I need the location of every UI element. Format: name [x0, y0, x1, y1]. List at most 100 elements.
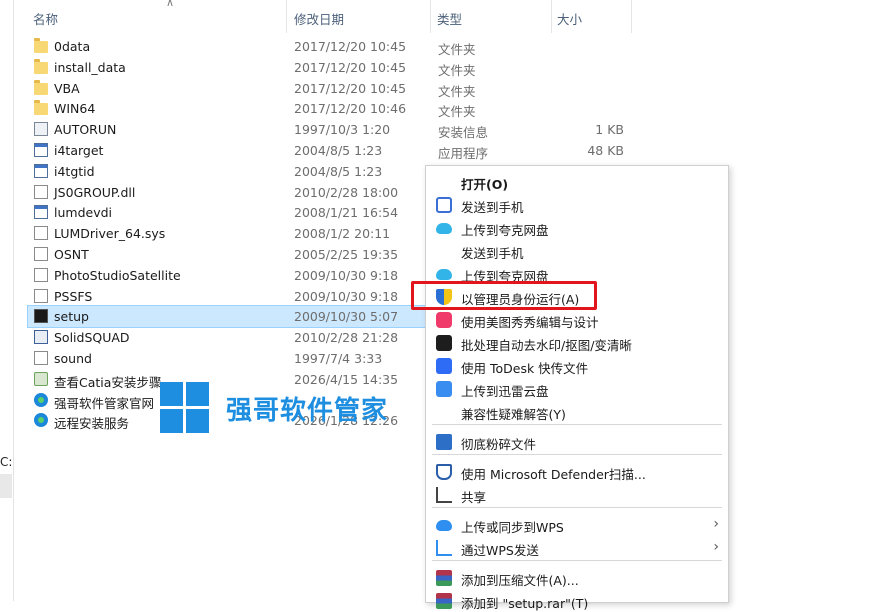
quark-cloud-icon: [436, 223, 452, 234]
menu-item[interactable]: 批处理自动去水印/抠图/变清晰: [426, 332, 728, 354]
file-date: 2008/1/2 20:11: [294, 226, 391, 242]
file-row[interactable]: AUTORUN 1997/10/3 1:20 安装信息 1 KB: [28, 119, 624, 140]
file-name: 0data: [54, 39, 91, 54]
quark-cloud-icon: [436, 269, 452, 280]
file-name: OSNT: [54, 247, 89, 262]
chevron-right-icon: ›: [713, 516, 719, 532]
file-name: PSSFS: [54, 288, 93, 304]
drive-label[interactable]: C:: [0, 455, 12, 469]
file-date: 1997/7/4 3:33: [294, 351, 383, 366]
shredder-icon: [436, 434, 452, 450]
file-name: 查看Catia安装步骤: [54, 374, 162, 390]
file-name: i4tgtid: [54, 163, 95, 179]
menu-item[interactable]: 通过WPS发送 ›: [426, 537, 728, 559]
file-row[interactable]: lumdevdi 2008/1/21 16:54: [28, 202, 433, 223]
file-row[interactable]: setup 2009/10/30 5:07: [27, 305, 433, 329]
file-row[interactable]: sound 1997/7/4 3:33: [28, 348, 433, 369]
menu-item-label: 使用 ToDesk 快传文件: [461, 361, 589, 376]
text-doc-icon: [34, 371, 48, 386]
menu-item[interactable]: 使用 Microsoft Defender扫描...: [426, 461, 728, 483]
highlight-box: [411, 281, 597, 310]
folder-icon: [34, 58, 48, 74]
column-divider[interactable]: [551, 0, 552, 33]
menu-item[interactable]: 发送到手机: [426, 240, 728, 262]
navigation-pane-edge: [0, 0, 14, 601]
file-name: i4target: [54, 143, 104, 158]
menu-item[interactable]: 打开(O): [426, 171, 728, 193]
menu-item-label: 使用美图秀秀编辑与设计: [461, 315, 599, 330]
file-type: 安装信息: [438, 125, 489, 141]
context-menu: 打开(O) 发送到手机 上传到夸克网盘 发送到手机 上传到夸克网盘 以管理员身份运行(A)…: [425, 165, 729, 611]
winrar-icon: [436, 593, 452, 609]
folder-icon: [34, 79, 48, 95]
navigation-scrollbar[interactable]: [0, 474, 12, 498]
file-type: 文件夹: [438, 83, 476, 99]
menu-separator: [432, 507, 722, 508]
menu-item-label: 发送到手机: [461, 246, 524, 261]
chevron-right-icon: ›: [713, 539, 719, 555]
file-date: 2010/2/28 21:28: [294, 330, 399, 346]
menu-item[interactable]: 添加到压缩文件(A)...: [426, 567, 728, 589]
file-row[interactable]: OSNT 2005/2/25 19:35: [28, 244, 433, 265]
file-row[interactable]: PhotoStudioSatellite 2009/10/30 9:18: [28, 265, 433, 286]
application-icon: [34, 143, 48, 157]
menu-item-label: 使用 Microsoft Defender扫描...: [461, 467, 646, 482]
defender-icon: [436, 464, 452, 480]
application-icon: [34, 205, 48, 220]
batch-process-icon: [436, 335, 452, 351]
menu-item-label: 添加到压缩文件(A)...: [461, 573, 579, 588]
file-row[interactable]: install_data 2017/12/20 10:45 文件夹: [28, 57, 476, 78]
menu-item-label: 上传到迅雷云盘: [461, 384, 549, 399]
wps-cloud-icon: [436, 520, 452, 531]
column-divider[interactable]: [631, 0, 632, 33]
file-name: AUTORUN: [54, 122, 117, 138]
file-row[interactable]: LUMDriver_64.sys 2008/1/2 20:11: [28, 223, 433, 244]
column-header-bar: 名称 ∧ 修改日期 类型 大小: [14, 0, 881, 34]
column-header-modified[interactable]: 修改日期: [294, 9, 344, 28]
edge-icon: [34, 413, 48, 428]
menu-item[interactable]: 上传到夸克网盘: [426, 217, 728, 239]
file-date: 2004/8/5 1:23: [294, 143, 383, 158]
menu-item-label: 上传到夸克网盘: [461, 223, 549, 238]
file-row[interactable]: VBA 2017/12/20 10:45 文件夹: [28, 78, 476, 99]
folder-icon: [34, 100, 48, 116]
dll-icon: [34, 184, 48, 199]
menu-item[interactable]: 兼容性疑难解答(Y): [426, 401, 728, 423]
file-row[interactable]: SolidSQUAD 2010/2/28 21:28: [28, 327, 433, 348]
file-type: 应用程序: [438, 146, 489, 161]
solidsquad-icon: [34, 330, 48, 345]
file-row[interactable]: i4target 2004/8/5 1:23 应用程序 48 KB: [28, 140, 624, 161]
menu-item[interactable]: 彻底粉碎文件: [426, 431, 728, 453]
column-divider[interactable]: [286, 0, 287, 33]
todesk-icon: [436, 358, 452, 374]
column-header-name[interactable]: 名称: [33, 9, 58, 28]
menu-item-label: 添加到 "setup.rar"(T): [461, 596, 589, 611]
menu-item-label: 彻底粉碎文件: [461, 437, 537, 452]
file-icon: [34, 267, 48, 282]
file-date: 2017/12/20 10:45: [294, 39, 407, 54]
column-header-type[interactable]: 类型: [437, 9, 462, 28]
menu-item-label: 通过WPS发送: [461, 543, 539, 558]
file-row[interactable]: 0data 2017/12/20 10:45 文件夹: [28, 36, 476, 57]
file-name: JS0GROUP.dll: [54, 184, 136, 200]
menu-separator: [432, 424, 722, 425]
menu-item[interactable]: 使用美图秀秀编辑与设计: [426, 309, 728, 331]
file-date: 2008/1/21 16:54: [294, 205, 399, 221]
watermark: 强哥软件管家: [160, 382, 400, 438]
windows-logo-icon: [160, 382, 210, 434]
file-date: 2017/12/20 10:46: [294, 101, 407, 117]
file-date: 2010/2/28 18:00: [294, 184, 399, 200]
file-row[interactable]: i4tgtid 2004/8/5 1:23: [28, 161, 433, 182]
edge-icon: [34, 392, 48, 407]
file-row[interactable]: WIN64 2017/12/20 10:46 文件夹: [28, 98, 476, 119]
menu-item[interactable]: 发送到手机: [426, 194, 728, 216]
menu-item[interactable]: 添加到 "setup.rar"(T): [426, 590, 728, 612]
menu-item[interactable]: 上传或同步到WPS ›: [426, 514, 728, 536]
column-header-size[interactable]: 大小: [557, 9, 582, 28]
menu-item[interactable]: 上传到迅雷云盘: [426, 378, 728, 400]
menu-item[interactable]: 共享: [426, 484, 728, 506]
file-row[interactable]: PSSFS 2009/10/30 9:18: [28, 286, 433, 307]
file-row[interactable]: JS0GROUP.dll 2010/2/28 18:00: [28, 182, 433, 203]
column-divider[interactable]: [430, 0, 431, 33]
menu-item[interactable]: 使用 ToDesk 快传文件: [426, 355, 728, 377]
